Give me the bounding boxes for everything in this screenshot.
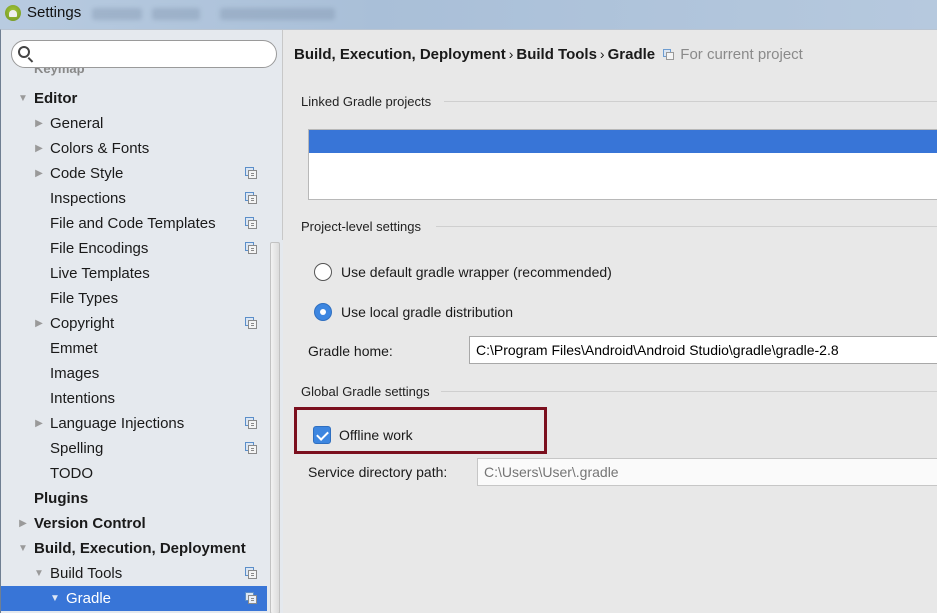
chevron-right-icon[interactable]: ▶	[33, 161, 45, 186]
tree-item-keymap[interactable]: Keymap	[1, 68, 267, 78]
radio-label: Use default gradle wrapper (recommended)	[341, 264, 612, 280]
tree-item-inspections[interactable]: Inspections	[1, 186, 267, 211]
chevron-right-icon[interactable]: ▶	[33, 411, 45, 436]
radio-local-distribution[interactable]: Use local gradle distribution	[314, 301, 513, 323]
chevron-right-icon[interactable]: ▶	[33, 311, 45, 336]
linked-project-row[interactable]	[309, 130, 937, 153]
settings-sidebar: Keymap ▼ Editor ▶ General ▶ Colors & Fon…	[1, 30, 283, 613]
settings-tree: Keymap ▼ Editor ▶ General ▶ Colors & Fon…	[1, 66, 267, 613]
project-settings-icon	[245, 442, 257, 454]
title-bar: Settings	[0, 0, 937, 29]
search-input[interactable]	[38, 44, 270, 64]
radio-label: Use local gradle distribution	[341, 304, 513, 320]
chevron-right-icon[interactable]: ▶	[17, 511, 29, 536]
blurred-background-tab	[220, 8, 335, 20]
breadcrumb-separator: ›	[599, 46, 605, 62]
project-settings-icon	[245, 317, 257, 329]
tree-item-file-code-templates[interactable]: File and Code Templates	[1, 211, 267, 236]
search-icon	[18, 46, 30, 58]
section-divider	[444, 101, 937, 102]
linked-projects-list[interactable]	[308, 129, 937, 200]
tree-item-colors-fonts[interactable]: ▶ Colors & Fonts	[1, 136, 267, 161]
tree-item-editor[interactable]: ▼ Editor	[1, 86, 267, 111]
linked-projects-title: Linked Gradle projects	[301, 94, 432, 109]
tree-item-emmet[interactable]: Emmet	[1, 336, 267, 361]
section-divider	[441, 391, 937, 392]
sidebar-scrollbar[interactable]	[267, 240, 283, 613]
breadcrumb-separator: ›	[508, 46, 514, 62]
chevron-down-icon[interactable]: ▼	[49, 586, 61, 611]
tree-item-build-execution-deployment[interactable]: ▼ Build, Execution, Deployment	[1, 536, 267, 561]
tree-item-language-injections[interactable]: ▶ Language Injections	[1, 411, 267, 436]
breadcrumb-item: Build Tools	[516, 46, 597, 63]
chevron-right-icon[interactable]: ▶	[33, 136, 45, 161]
tree-item-build-tools[interactable]: ▼ Build Tools	[1, 561, 267, 586]
gradle-home-input[interactable]	[469, 336, 937, 364]
tree-item-file-types[interactable]: File Types	[1, 286, 267, 311]
tree-item-version-control[interactable]: ▶ Version Control	[1, 511, 267, 536]
tree-item-copyright[interactable]: ▶ Copyright	[1, 311, 267, 336]
project-settings-icon	[245, 567, 257, 579]
search-box[interactable]	[11, 40, 277, 68]
tree-item-spelling[interactable]: Spelling	[1, 436, 267, 461]
tree-item-live-templates[interactable]: Live Templates	[1, 261, 267, 286]
project-settings-icon	[245, 192, 257, 204]
breadcrumb-item: Build, Execution, Deployment	[294, 46, 506, 63]
settings-content: Build, Execution, Deployment › Build Tools…	[284, 30, 937, 613]
gradle-home-label: Gradle home:	[308, 343, 393, 359]
chevron-right-icon[interactable]: ▶	[33, 111, 45, 136]
radio-button[interactable]	[314, 303, 332, 321]
tree-item-todo[interactable]: TODO	[1, 461, 267, 486]
project-level-title: Project-level settings	[301, 219, 421, 234]
tree-item-gradle[interactable]: ▼ Gradle	[1, 586, 267, 611]
project-settings-icon	[245, 167, 257, 179]
scrollbar-thumb[interactable]	[270, 242, 280, 613]
offline-work-checkbox-row[interactable]: Offline work	[313, 424, 413, 446]
scope-label: For current project	[680, 46, 803, 63]
section-divider	[436, 226, 937, 227]
tree-item-file-encodings[interactable]: File Encodings	[1, 236, 267, 261]
chevron-down-icon[interactable]: ▼	[17, 536, 29, 561]
tree-item-intentions[interactable]: Intentions	[1, 386, 267, 411]
blurred-background-tab	[152, 8, 200, 20]
project-scope-icon	[663, 49, 675, 60]
project-settings-icon	[245, 592, 257, 604]
offline-work-label: Offline work	[339, 427, 413, 443]
project-settings-icon	[245, 217, 257, 229]
chevron-down-icon[interactable]: ▼	[17, 86, 29, 111]
offline-work-checkbox[interactable]	[313, 426, 331, 444]
breadcrumb: Build, Execution, Deployment › Build Tools…	[294, 46, 803, 63]
service-directory-label: Service directory path:	[308, 464, 448, 480]
service-directory-input[interactable]	[477, 458, 937, 486]
window-title: Settings	[27, 4, 82, 21]
blurred-background-tab	[92, 8, 142, 20]
project-settings-icon	[245, 242, 257, 254]
tree-item-plugins[interactable]: Plugins	[1, 486, 267, 511]
tree-item-general[interactable]: ▶ General	[1, 111, 267, 136]
chevron-down-icon[interactable]: ▼	[33, 561, 45, 586]
android-studio-icon	[5, 5, 21, 21]
settings-dialog: Keymap ▼ Editor ▶ General ▶ Colors & Fon…	[0, 29, 937, 613]
global-settings-title: Global Gradle settings	[301, 384, 430, 399]
tree-item-code-style[interactable]: ▶ Code Style	[1, 161, 267, 186]
tree-item-images[interactable]: Images	[1, 361, 267, 386]
project-settings-icon	[245, 417, 257, 429]
radio-button[interactable]	[314, 263, 332, 281]
radio-default-wrapper[interactable]: Use default gradle wrapper (recommended)	[314, 261, 612, 283]
breadcrumb-item: Gradle	[607, 46, 656, 63]
